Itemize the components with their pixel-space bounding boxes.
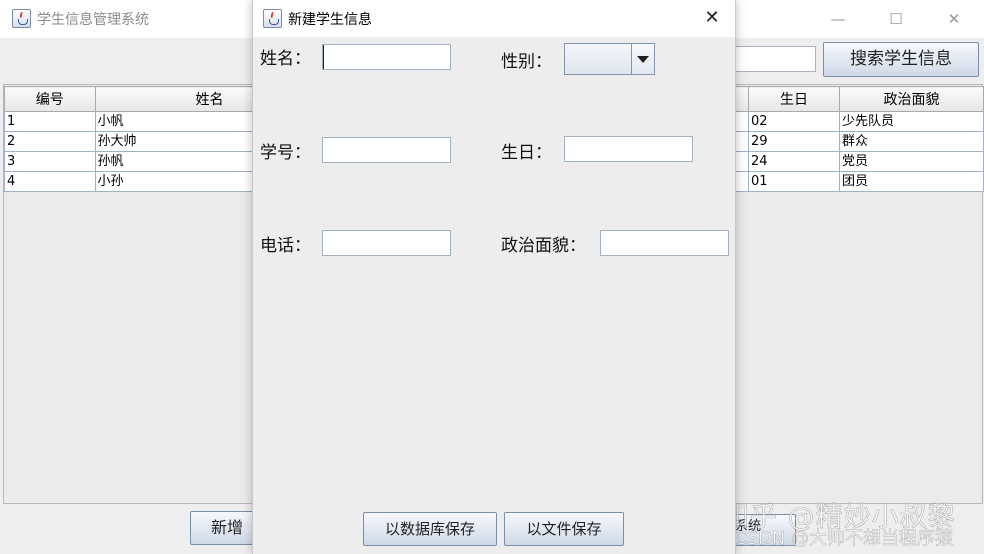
- name-label: 姓名：: [260, 49, 311, 69]
- gender-selected-value: [565, 44, 631, 74]
- cell-id[interactable]: 4: [4, 171, 96, 192]
- phone-field[interactable]: [322, 230, 451, 256]
- cell-id[interactable]: 3: [4, 151, 96, 172]
- column-header-id[interactable]: 编号: [4, 86, 96, 112]
- birthday-label: 生日：: [501, 143, 552, 163]
- cell-birthday[interactable]: 24: [748, 151, 840, 172]
- search-student-button[interactable]: 搜索学生信息: [823, 42, 979, 77]
- cell-political-status[interactable]: 团员: [838, 171, 984, 192]
- gender-combobox[interactable]: [564, 43, 655, 75]
- save-to-database-button[interactable]: 以数据库保存: [363, 512, 497, 546]
- cell-birthday[interactable]: 29: [748, 131, 840, 152]
- close-icon[interactable]: ✕: [697, 4, 727, 32]
- java-app-icon: [12, 9, 31, 28]
- student-id-field[interactable]: [322, 137, 451, 163]
- dialog-title: 新建学生信息: [288, 12, 372, 28]
- watermark-csdn: CSDN @大帅不想当程序猿: [734, 528, 954, 550]
- cell-id[interactable]: 1: [4, 111, 96, 132]
- main-window-title: 学生信息管理系统: [37, 12, 149, 28]
- close-icon[interactable]: ✕: [934, 6, 974, 32]
- column-header-birthday[interactable]: 生日: [748, 86, 840, 112]
- minimize-icon[interactable]: —: [818, 6, 858, 32]
- java-app-icon: [263, 9, 282, 28]
- gender-label: 性别：: [501, 52, 552, 72]
- maximize-icon[interactable]: ☐: [876, 6, 916, 32]
- cell-political-status[interactable]: 少先队员: [838, 111, 984, 132]
- save-to-file-button[interactable]: 以文件保存: [504, 512, 624, 546]
- birthday-field[interactable]: [564, 136, 693, 162]
- cell-birthday[interactable]: 02: [748, 111, 840, 132]
- phone-label: 电话：: [260, 236, 311, 256]
- political-status-label: 政治面貌：: [501, 236, 586, 256]
- column-header-political-status[interactable]: 政治面貌: [838, 86, 984, 112]
- dialog-titlebar: 新建学生信息 ✕: [253, 0, 735, 37]
- student-id-label: 学号：: [260, 143, 311, 163]
- cell-political-status[interactable]: 党员: [838, 151, 984, 172]
- name-field[interactable]: [322, 44, 451, 70]
- new-student-dialog: 新建学生信息 ✕ 姓名： 性别： 学号： 生日： 电话： 政治面貌： 以数据库保…: [252, 0, 736, 554]
- cell-birthday[interactable]: 01: [748, 171, 840, 192]
- political-status-field[interactable]: [600, 230, 729, 256]
- cell-id[interactable]: 2: [4, 131, 96, 152]
- cell-political-status[interactable]: 群众: [838, 131, 984, 152]
- chevron-down-icon[interactable]: [631, 44, 654, 74]
